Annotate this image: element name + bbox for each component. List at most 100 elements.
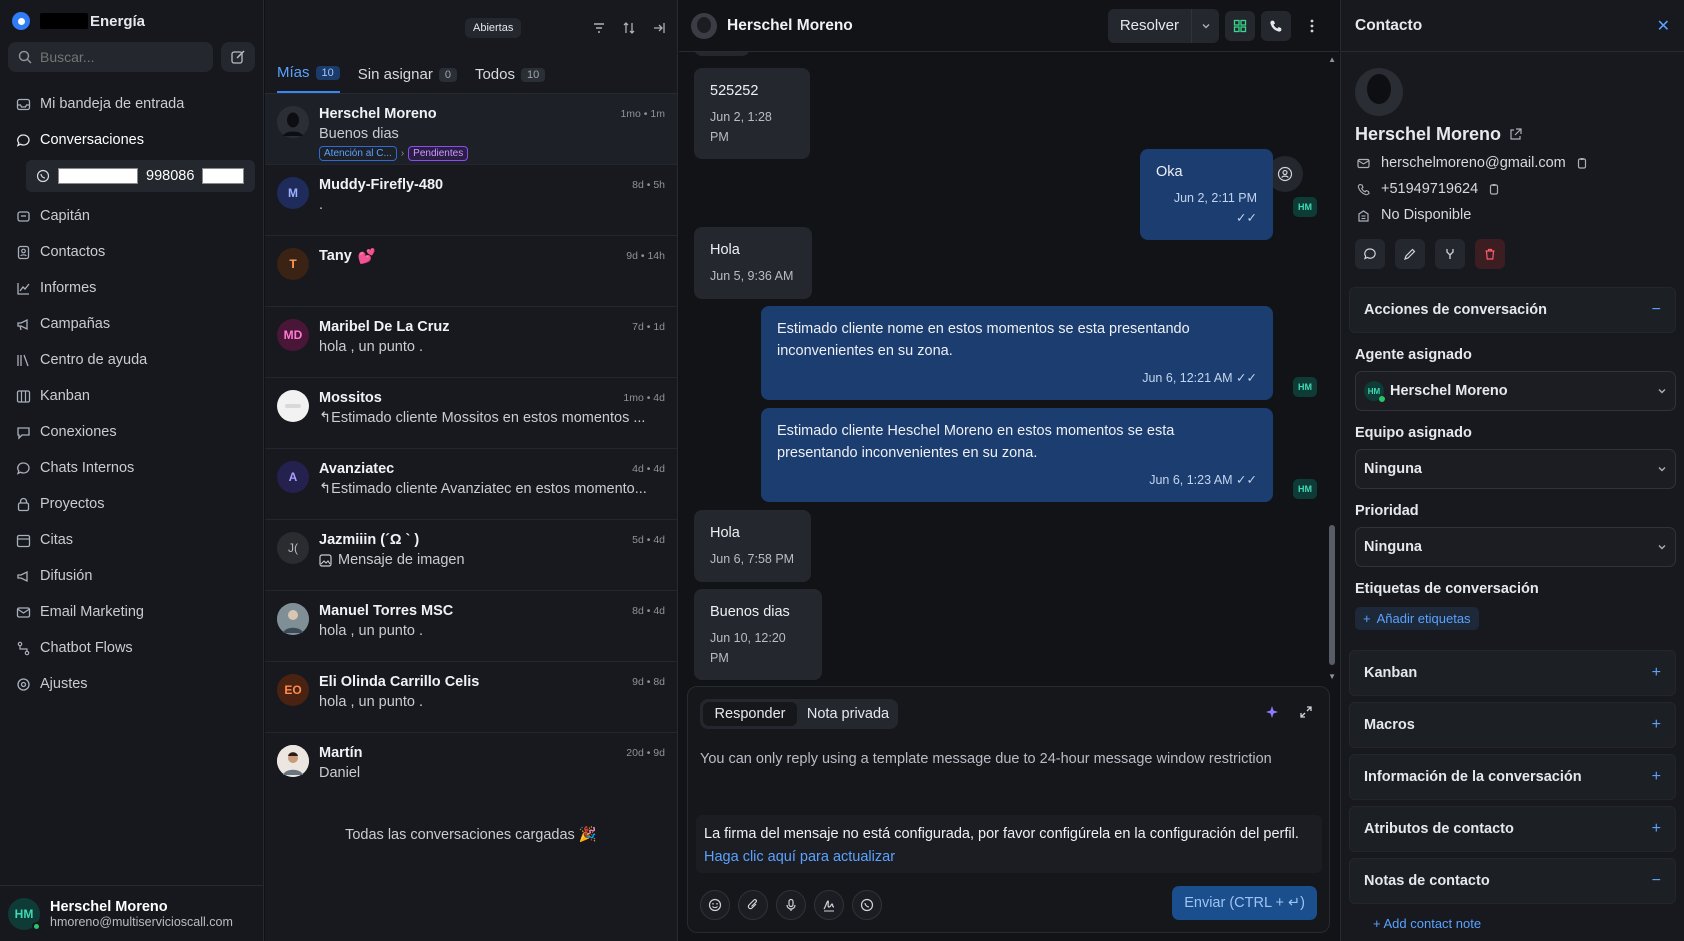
sidebar-item-chatbot-flows[interactable]: Chatbot Flows — [8, 630, 255, 666]
sort-icon[interactable] — [619, 18, 639, 38]
assigned-agent-select[interactable]: HM Herschel Moreno — [1355, 371, 1676, 411]
search-box[interactable] — [8, 42, 213, 72]
sidebar-item-email-marketing[interactable]: Email Marketing — [8, 594, 255, 630]
sidebar-item-connections[interactable]: Conexiones — [8, 414, 255, 450]
conversation-item[interactable]: Mossitos ↰Estimado cliente Mossitos en e… — [265, 378, 677, 449]
sidebar-item-help-center[interactable]: Centro de ayuda — [8, 342, 255, 378]
expand-icon[interactable] — [1299, 705, 1313, 719]
sidebar-item-contacts[interactable]: Contactos — [8, 234, 255, 270]
copy-icon[interactable] — [1576, 157, 1588, 169]
collapse-icon[interactable]: − — [1652, 872, 1661, 890]
sidebar-item-reports[interactable]: Informes — [8, 270, 255, 306]
chevron-down-icon[interactable] — [1191, 8, 1219, 43]
sidebar-item-projects[interactable]: Proyectos — [8, 486, 255, 522]
tab-reply[interactable]: Responder — [703, 702, 797, 726]
merge-icon[interactable] — [1435, 239, 1465, 269]
new-message-icon[interactable] — [1355, 239, 1385, 269]
whatsapp-icon[interactable] — [852, 890, 882, 920]
avatar — [277, 745, 309, 777]
collapse-icon[interactable] — [649, 18, 669, 38]
conversation-item[interactable]: A Avanziatec ↰Estimado cliente Avanziate… — [265, 449, 677, 520]
expand-plus-icon[interactable]: + — [1652, 820, 1661, 838]
send-button[interactable]: Enviar (CTRL + ↵) — [1172, 886, 1317, 920]
expand-plus-icon[interactable]: + — [1652, 716, 1661, 734]
conversation-item[interactable]: Herschel Moreno Buenos dias Atención al … — [265, 94, 677, 165]
sparkle-icon[interactable] — [1265, 705, 1279, 719]
grid-icon[interactable] — [1225, 10, 1255, 41]
conversation-time: 9d • 8d — [632, 676, 665, 688]
collapse-icon[interactable]: − — [1652, 301, 1661, 319]
update-signature-link[interactable]: Haga clic aquí para actualizar — [704, 849, 895, 865]
current-user[interactable]: HM Herschel Moreno hmoreno@multiservicio… — [0, 885, 264, 941]
assigned-team-select[interactable]: Ninguna — [1355, 449, 1676, 489]
conversation-item[interactable]: Martín Daniel 20d • 9d — [265, 733, 677, 804]
section-contact-attributes[interactable]: Atributos de contacto + — [1349, 806, 1676, 852]
scroll-down-icon[interactable]: ▼ — [1328, 672, 1336, 681]
phone-icon[interactable] — [1261, 10, 1291, 41]
tab-private-note[interactable]: Nota privada — [801, 702, 895, 726]
priority-select[interactable]: Ninguna — [1355, 527, 1676, 567]
sidebar-item-internal-chats[interactable]: Chats Internos — [8, 450, 255, 486]
sidebar-item-broadcast[interactable]: Difusión — [8, 558, 255, 594]
microphone-icon[interactable] — [776, 890, 806, 920]
pencil-square-icon — [231, 50, 245, 64]
sidebar-item-kanban[interactable]: Kanban — [8, 378, 255, 414]
calendar-icon — [14, 531, 32, 549]
conversation-item[interactable]: J( Jazmiiin (´Ω ` ) Mensaje de imagen 5d… — [265, 520, 677, 591]
conversation-item[interactable]: Manuel Torres MSC hola , un punto . 8d •… — [265, 591, 677, 662]
signature-icon[interactable] — [814, 890, 844, 920]
sidebar-item-appointments[interactable]: Citas — [8, 522, 255, 558]
expand-plus-icon[interactable]: + — [1652, 664, 1661, 682]
message-text: Hola — [710, 242, 740, 258]
more-vertical-icon[interactable] — [1297, 11, 1327, 41]
conversation-item[interactable]: M Muddy-Firefly-480 . 8d • 5h — [265, 165, 677, 236]
conversation-item[interactable]: EO Eli Olinda Carrillo Celis hola , un p… — [265, 662, 677, 733]
list-end-message: Todas las conversaciones cargadas 🎉 — [345, 827, 597, 843]
sidebar-item-conversations[interactable]: Conversaciones — [8, 122, 255, 158]
add-contact-note-button[interactable]: + Add contact note — [1373, 916, 1684, 931]
section-contact-notes[interactable]: Notas de contacto − — [1349, 858, 1676, 904]
external-link-icon[interactable] — [1509, 128, 1522, 141]
conversation-name: Jazmiiin (´Ω ` ) — [319, 532, 420, 548]
scroll-up-icon[interactable]: ▲ — [1328, 55, 1336, 64]
add-labels-button[interactable]: + Añadir etiquetas — [1355, 607, 1479, 630]
sidebar-item-inbox[interactable]: Mi bandeja de entrada — [8, 86, 255, 122]
message-text: Estimado cliente Heschel Moreno en estos… — [777, 423, 1175, 462]
section-conversation-info[interactable]: Información de la conversación + — [1349, 754, 1676, 800]
section-title: Macros — [1364, 717, 1415, 733]
close-icon[interactable]: ✕ — [1657, 16, 1670, 36]
sidebar-item-captain[interactable]: Capitán — [8, 198, 255, 234]
phone-icon — [1355, 183, 1371, 196]
status-filter[interactable]: Abiertas — [465, 18, 522, 38]
conversation-item[interactable]: MD Maribel De La Cruz hola , un punto . … — [265, 307, 677, 378]
online-indicator — [32, 921, 41, 931]
resolve-button[interactable]: Resolver — [1108, 17, 1191, 34]
whatsapp-icon — [36, 169, 50, 183]
contact-email[interactable]: herschelmoreno@gmail.com — [1381, 155, 1566, 171]
contact-actions — [1355, 239, 1684, 269]
section-kanban[interactable]: Kanban + — [1349, 650, 1676, 696]
section-macros[interactable]: Macros + — [1349, 702, 1676, 748]
tab-all[interactable]: Todos 10 — [475, 66, 546, 93]
emoji-icon[interactable] — [700, 890, 730, 920]
tab-unassigned[interactable]: Sin asignar 0 — [358, 66, 457, 93]
paperclip-icon[interactable] — [738, 890, 768, 920]
scrollbar-thumb[interactable] — [1329, 525, 1335, 665]
conversation-item[interactable]: T Tany 💕 9d • 14h — [265, 236, 677, 307]
filter-icon[interactable] — [589, 18, 609, 38]
chat-contact-name[interactable]: Herschel Moreno — [727, 17, 853, 35]
contact-phone[interactable]: +51949719624 — [1381, 181, 1478, 197]
message-text: Oka — [1156, 164, 1183, 180]
tab-mine[interactable]: Mías 10 — [277, 64, 340, 93]
compose-button[interactable] — [221, 42, 255, 72]
edit-pencil-icon[interactable] — [1395, 239, 1425, 269]
section-conversation-actions[interactable]: Acciones de conversación − — [1349, 287, 1676, 333]
copy-icon[interactable] — [1488, 183, 1500, 195]
expand-plus-icon[interactable]: + — [1652, 768, 1661, 786]
trash-icon[interactable] — [1475, 239, 1505, 269]
sidebar-item-campaigns[interactable]: Campañas — [8, 306, 255, 342]
sidebar-item-settings[interactable]: Ajustes — [8, 666, 255, 702]
inbox-channel-item[interactable]: 998086 — [26, 160, 255, 192]
search-input[interactable] — [40, 49, 190, 65]
brand[interactable]: Energía — [0, 0, 263, 42]
